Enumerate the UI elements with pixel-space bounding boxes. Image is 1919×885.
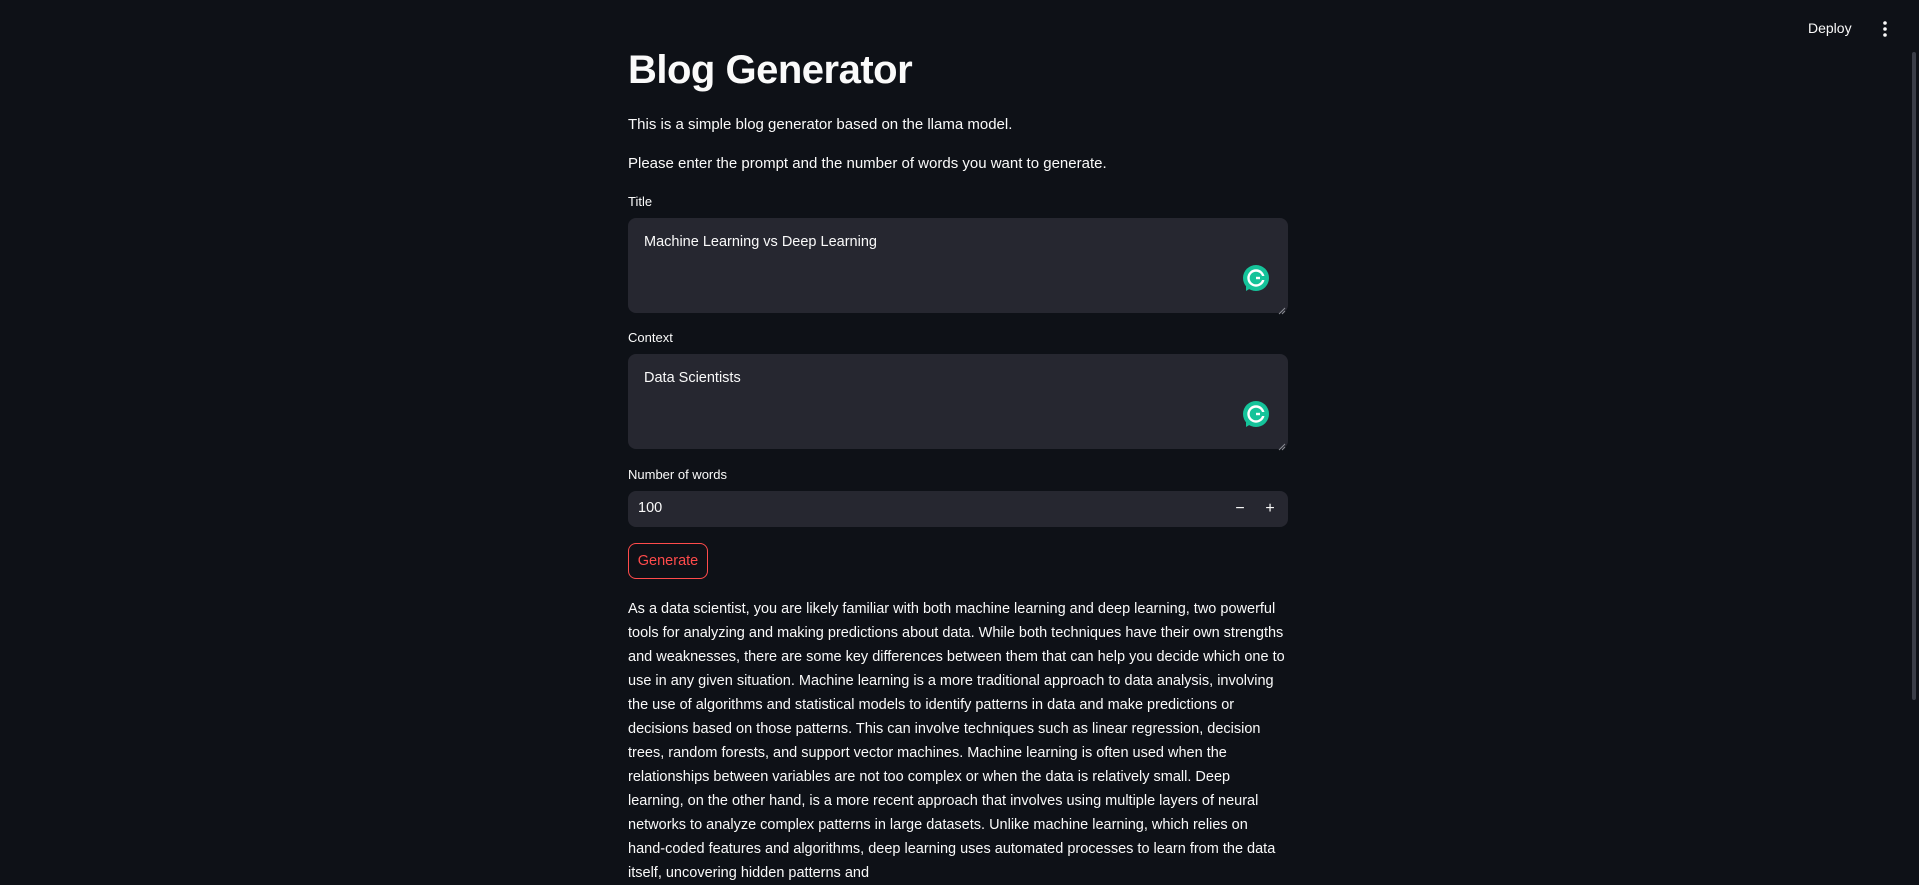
- title-textarea[interactable]: Machine Learning vs Deep Learning: [628, 218, 1288, 315]
- words-value: 100: [638, 500, 663, 516]
- generated-blog-text: As a data scientist, you are likely fami…: [628, 601, 1285, 881]
- increment-button[interactable]: +: [1255, 491, 1285, 527]
- deploy-button[interactable]: Deploy: [1808, 20, 1852, 36]
- title-value: Machine Learning vs Deep Learning: [644, 234, 877, 250]
- intro-text: This is a simple blog generator based on…: [628, 116, 1013, 133]
- page-title: Blog Generator: [628, 48, 913, 92]
- words-label: Number of words: [628, 467, 727, 482]
- grammarly-icon[interactable]: [1242, 264, 1270, 292]
- app-header: Deploy: [0, 0, 1919, 60]
- decrement-button[interactable]: −: [1225, 491, 1255, 527]
- context-value: Data Scientists: [644, 370, 741, 386]
- page-scrollbar[interactable]: [1912, 52, 1916, 700]
- resize-handle-icon[interactable]: [1278, 303, 1286, 315]
- title-label: Title: [628, 194, 653, 209]
- context-label: Context: [628, 330, 673, 345]
- words-number-input[interactable]: 100 − +: [628, 491, 1288, 527]
- grammarly-icon[interactable]: [1242, 400, 1270, 428]
- kebab-menu-icon[interactable]: [1878, 19, 1892, 39]
- instructions-text: Please enter the prompt and the number o…: [628, 155, 1107, 172]
- resize-handle-icon[interactable]: [1278, 439, 1286, 451]
- generate-button[interactable]: Generate: [628, 543, 708, 579]
- context-textarea[interactable]: Data Scientists: [628, 354, 1288, 451]
